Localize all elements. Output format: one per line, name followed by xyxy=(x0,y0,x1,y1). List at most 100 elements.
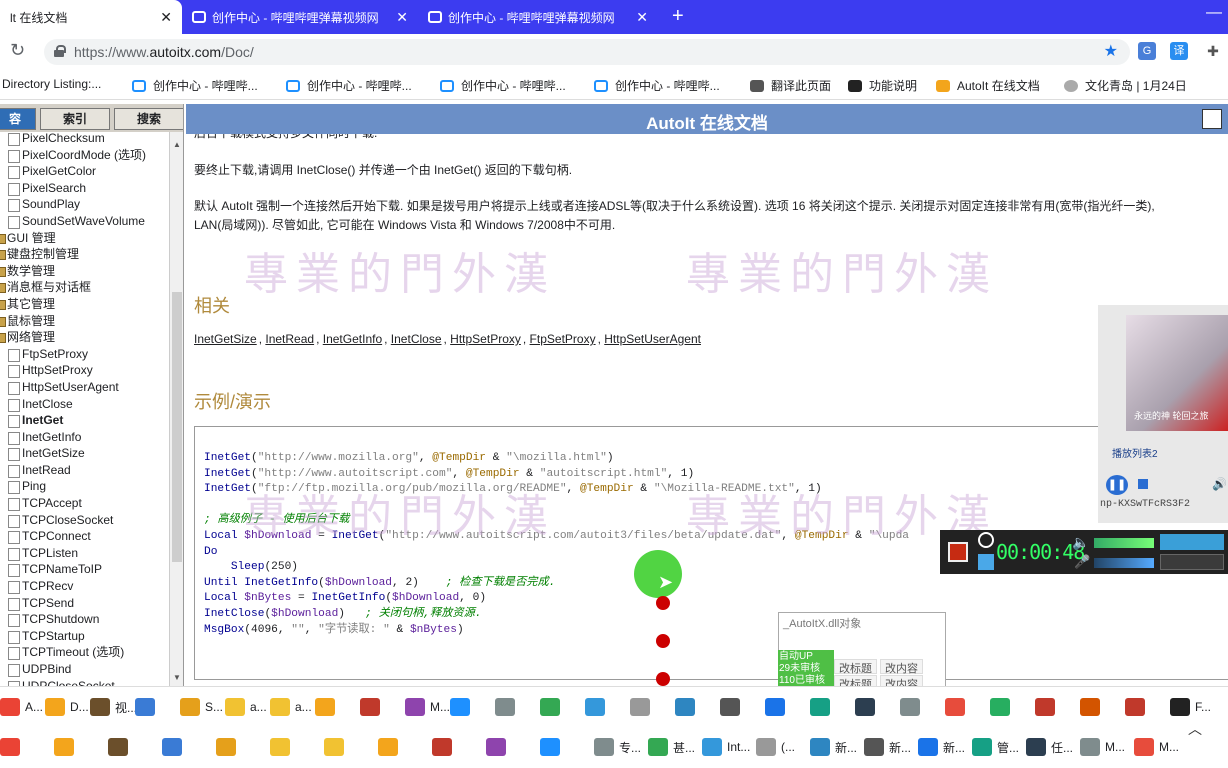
tree-item-鼠标管理[interactable]: 鼠标管理 xyxy=(0,313,168,330)
taskbar-app-button[interactable] xyxy=(675,698,700,716)
tree-item-pixelcoordmode-选项-[interactable]: PixelCoordMode (选项) xyxy=(0,147,168,164)
tree-item-tcpaccept[interactable]: TCPAccept xyxy=(0,495,168,512)
taskbar-app-button[interactable] xyxy=(162,738,187,756)
tree-item-消息框与对话框[interactable]: 消息框与对话框 xyxy=(0,279,168,296)
bookmark-bilibili-1[interactable]: 创作中心 - 哔哩哔... xyxy=(132,77,258,94)
taskbar-app-button[interactable] xyxy=(990,698,1015,716)
volume-icon[interactable]: 🔊 xyxy=(1212,477,1227,491)
tree-item-tcpnametoip[interactable]: TCPNameToIP xyxy=(0,561,168,578)
reload-icon[interactable]: ↻ xyxy=(10,40,25,61)
tree-item-pixelchecksum[interactable]: PixelChecksum xyxy=(0,130,168,147)
pause-icon[interactable]: ❚❚ xyxy=(1106,475,1128,495)
taskbar-app-button[interactable]: Int... xyxy=(702,738,750,756)
scroll-up-icon[interactable]: ▲ xyxy=(173,140,181,149)
edit-content-button[interactable]: 改内容 xyxy=(880,659,923,675)
tree-item-tcpclosesocket[interactable]: TCPCloseSocket xyxy=(0,512,168,529)
translate-icon[interactable]: 译 xyxy=(1170,42,1188,60)
tree-item-pixelsearch[interactable]: PixelSearch xyxy=(0,180,168,197)
tab-contents[interactable]: 容 xyxy=(0,108,36,130)
tree-item-httpsetuseragent[interactable]: HttpSetUserAgent xyxy=(0,379,168,396)
tab-bilibili-1[interactable]: 创作中心 - 哔哩哔哩弹幕视频网 ✕ xyxy=(182,0,418,34)
tree-item-tcpconnect[interactable]: TCPConnect xyxy=(0,528,168,545)
tree-item-inetgetinfo[interactable]: InetGetInfo xyxy=(0,429,168,446)
bookmark-translate[interactable]: 翻译此页面 xyxy=(750,77,831,94)
bookmark-autoit-docs[interactable]: AutoIt 在线文档 xyxy=(936,77,1040,94)
tree-item-inetgetsize[interactable]: InetGetSize xyxy=(0,445,168,462)
tree-item-inetclose[interactable]: InetClose xyxy=(0,396,168,413)
link-httpsetproxy[interactable]: HttpSetProxy xyxy=(450,332,521,346)
tree-item-tcptimeout-选项-[interactable]: TCPTimeout (选项) xyxy=(0,644,168,661)
tree-item-tcpsend[interactable]: TCPSend xyxy=(0,595,168,612)
link-inetread[interactable]: InetRead xyxy=(265,332,314,346)
taskbar-app-button[interactable] xyxy=(720,698,745,716)
tree-item-tcpshutdown[interactable]: TCPShutdown xyxy=(0,611,168,628)
taskbar-app-button[interactable]: 甚... xyxy=(648,738,695,756)
taskbar-app-button[interactable] xyxy=(0,738,25,756)
bookmark-culture-qingdao[interactable]: 文化青岛 | 1月24日 xyxy=(1064,77,1187,94)
taskbar-app-button[interactable]: M... xyxy=(405,698,450,716)
speaker-icon[interactable]: 🔈 xyxy=(1072,534,1089,551)
bookmark-directory-listing[interactable]: Directory Listing:... xyxy=(2,77,101,91)
record-stop-button[interactable] xyxy=(948,542,968,562)
taskbar-app-button[interactable] xyxy=(378,738,403,756)
taskbar-app-button[interactable] xyxy=(1035,698,1060,716)
minimize-icon[interactable]: — xyxy=(1206,4,1222,22)
bookmark-star-icon[interactable]: ★ xyxy=(1104,41,1118,61)
tree-item-tcprecv[interactable]: TCPRecv xyxy=(0,578,168,595)
taskbar-app-button[interactable] xyxy=(54,738,79,756)
taskbar-app-button[interactable] xyxy=(765,698,790,716)
taskbar-app-button[interactable]: a... xyxy=(225,698,267,716)
tree-item-inetget[interactable]: InetGet xyxy=(0,412,168,429)
taskbar-app-button[interactable]: D... xyxy=(45,698,89,716)
tree-item-inetread[interactable]: InetRead xyxy=(0,462,168,479)
media-player-window[interactable]: 永远的神 轮回之旅 播放列表2 ❚❚ 🔊 np-KXSwTFcRS3F2 xyxy=(1098,305,1228,523)
sidebar-scrollbar[interactable]: ▲ ▼ xyxy=(169,132,183,686)
playlist-label[interactable]: 播放列表2 xyxy=(1112,445,1158,460)
taskbar-app-button[interactable] xyxy=(810,698,835,716)
taskbar-app-button[interactable] xyxy=(360,698,385,716)
bookmark-function-help[interactable]: 功能说明 xyxy=(848,77,917,94)
taskbar-app-button[interactable]: (... xyxy=(756,738,795,756)
taskbar-app-button[interactable]: M... xyxy=(1080,738,1125,756)
translate-extension-icon[interactable]: G xyxy=(1138,42,1156,60)
taskbar-app-button[interactable]: a... xyxy=(270,698,312,716)
tree-item-数学管理[interactable]: 数学管理 xyxy=(0,263,168,280)
link-inetgetinfo[interactable]: InetGetInfo xyxy=(323,332,382,346)
tree-item-ping[interactable]: Ping xyxy=(0,478,168,495)
taskbar-app-button[interactable]: 任... xyxy=(1026,738,1073,756)
taskbar-app-button[interactable]: 新... xyxy=(864,738,911,756)
taskbar-app-button[interactable]: 专... xyxy=(594,738,641,756)
tree-item-udpclosesocket[interactable]: UDPCloseSocket xyxy=(0,678,168,686)
address-bar[interactable]: https://www.autoitx.com/Doc/ ★ xyxy=(44,39,1130,65)
close-icon[interactable]: ✕ xyxy=(396,9,408,26)
tree-item-pixelgetcolor[interactable]: PixelGetColor xyxy=(0,163,168,180)
link-inetgetsize[interactable]: InetGetSize xyxy=(194,332,257,346)
taskbar-app-button[interactable]: 新... xyxy=(810,738,857,756)
tree-item-tcplisten[interactable]: TCPListen xyxy=(0,545,168,562)
bookmark-bilibili-2[interactable]: 创作中心 - 哔哩哔... xyxy=(286,77,412,94)
stop-icon[interactable] xyxy=(1138,479,1148,489)
link-ftpsetproxy[interactable]: FtpSetProxy xyxy=(530,332,596,346)
scroll-down-icon[interactable]: ▼ xyxy=(173,673,181,682)
recorder-tools-2[interactable] xyxy=(1160,554,1224,570)
taskbar-app-button[interactable] xyxy=(324,738,349,756)
taskbar-app-button[interactable] xyxy=(540,738,565,756)
taskbar-app-button[interactable] xyxy=(486,738,511,756)
taskbar-app-button[interactable] xyxy=(450,698,475,716)
taskbar-app-button[interactable] xyxy=(945,698,970,716)
tree-item-其它管理[interactable]: 其它管理 xyxy=(0,296,168,313)
close-icon[interactable]: ✕ xyxy=(160,9,172,26)
scrollbar-thumb[interactable] xyxy=(172,292,182,562)
bookmark-bilibili-3[interactable]: 创作中心 - 哔哩哔... xyxy=(440,77,566,94)
tree-item-soundsetwavevolume[interactable]: SoundSetWaveVolume xyxy=(0,213,168,230)
taskbar-app-button[interactable]: 管... xyxy=(972,738,1019,756)
taskbar-app-button[interactable] xyxy=(585,698,610,716)
url-text[interactable]: https://www.autoitx.com/Doc/ xyxy=(74,44,254,60)
link-inetclose[interactable]: InetClose xyxy=(391,332,442,346)
bookmark-bilibili-4[interactable]: 创作中心 - 哔哩哔... xyxy=(594,77,720,94)
taskbar-app-button[interactable]: A... xyxy=(0,698,43,716)
new-tab-button[interactable]: + xyxy=(672,5,684,28)
taskbar-app-button[interactable] xyxy=(900,698,925,716)
pause-icon[interactable] xyxy=(978,554,994,570)
tree-item-soundplay[interactable]: SoundPlay xyxy=(0,196,168,213)
